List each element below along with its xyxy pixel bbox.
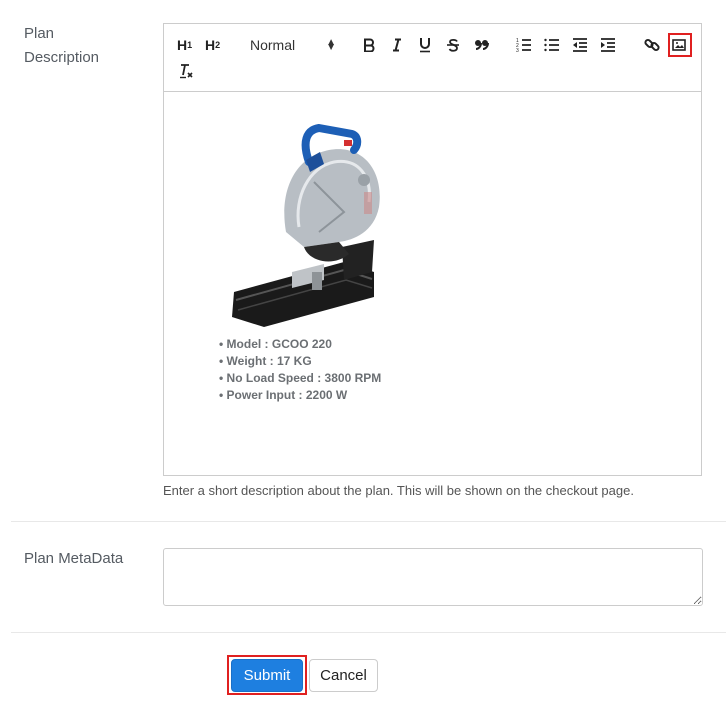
spec-item: No Load Speed : 3800 RPM (219, 370, 382, 387)
indent-icon (601, 38, 615, 52)
plan-metadata-label: Plan MetaData (24, 550, 124, 567)
ordered-list-button[interactable]: 123 (516, 34, 532, 56)
header-format-value: Normal (250, 37, 296, 53)
bold-icon (364, 38, 375, 52)
h1-button[interactable]: H1 (177, 34, 192, 56)
indent-button[interactable] (600, 34, 616, 56)
strike-icon (447, 38, 459, 52)
strike-button[interactable] (446, 34, 460, 56)
italic-icon (393, 38, 401, 52)
product-image (232, 123, 380, 327)
bold-button[interactable] (362, 34, 376, 56)
outdent-button[interactable] (572, 34, 588, 56)
bullet-list-icon (544, 38, 559, 52)
cancel-button[interactable]: Cancel (309, 659, 378, 692)
h1-sub: 1 (187, 40, 193, 50)
spec-item: Weight : 17 KG (219, 353, 381, 370)
link-button[interactable] (644, 34, 660, 56)
submit-button[interactable]: Submit (231, 659, 303, 692)
svg-text:3: 3 (516, 48, 519, 53)
spec-item: Power Input : 2200 W (219, 387, 381, 404)
section-divider (11, 521, 726, 522)
h2-button[interactable]: H2 (205, 34, 220, 56)
rich-text-editor: H1 H2 Normal ▲ ▼ 123 • Model: GCOO 220 … (163, 23, 702, 476)
editor-toolbar: H1 H2 Normal ▲ ▼ 123 (164, 24, 701, 92)
blockquote-button[interactable] (474, 34, 490, 56)
label-line-2: Description (24, 49, 100, 66)
editor-content[interactable]: Model : GCOO 220 Weight : 17 KG No Load … (164, 92, 701, 476)
clear-format-button[interactable] (178, 60, 194, 82)
h1-label: H (177, 37, 188, 53)
h2-sub: 2 (215, 40, 221, 50)
clear-format-icon (180, 64, 193, 79)
plan-metadata-input[interactable] (163, 548, 703, 606)
italic-button[interactable] (390, 34, 404, 56)
ordered-list-icon: 123 (516, 38, 531, 53)
section-divider (11, 632, 726, 633)
select-arrows-icon: ▲ ▼ (326, 37, 336, 53)
underline-button[interactable] (418, 34, 432, 56)
link-icon (644, 38, 660, 52)
bullet-list-button[interactable] (544, 34, 560, 56)
image-button-highlight (668, 33, 692, 57)
underline-icon (420, 38, 430, 53)
plan-description-label: Plan Description (24, 22, 99, 70)
spec-item: Model : GCOO 220 (219, 336, 381, 353)
blockquote-icon (475, 40, 489, 50)
h2-label: H (205, 37, 216, 53)
header-format-select[interactable]: Normal ▲ ▼ (250, 34, 340, 56)
plan-description-hint: Enter a short description about the plan… (163, 483, 634, 498)
product-specs-list: Model : GCOO 220 Weight : 17 KG No Load … (219, 336, 382, 404)
label-line-1: Plan (24, 25, 55, 42)
outdent-icon (573, 38, 587, 52)
